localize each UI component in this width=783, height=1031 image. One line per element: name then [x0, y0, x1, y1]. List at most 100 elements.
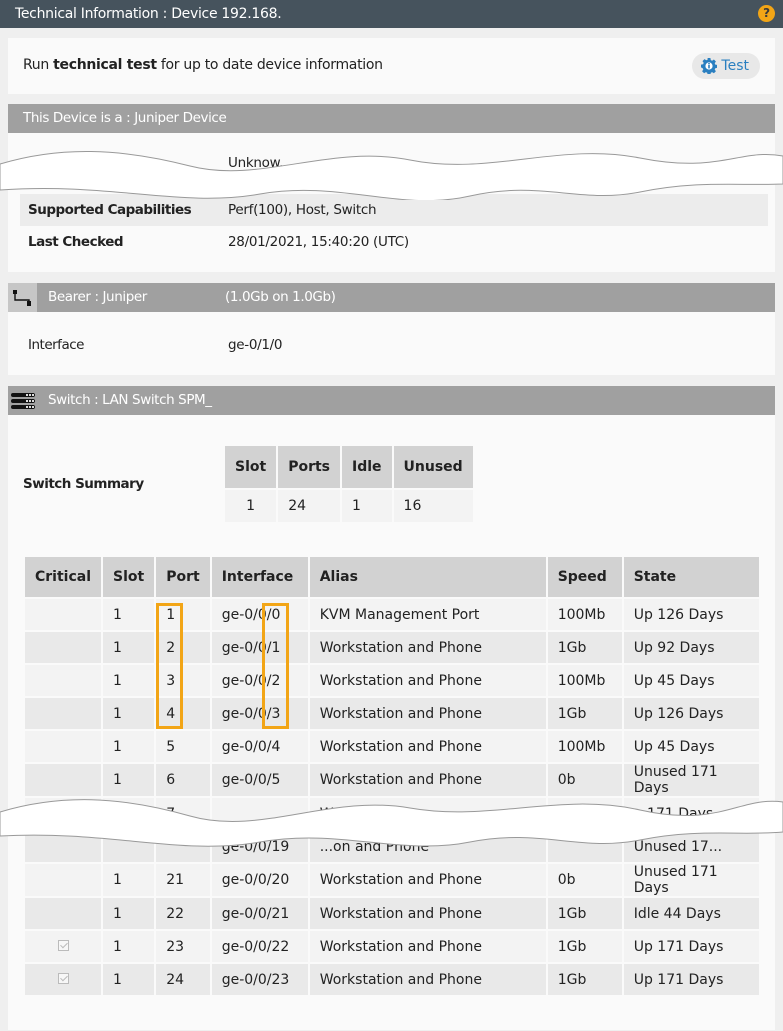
- port-cell: 21: [156, 864, 210, 896]
- help-icon[interactable]: ?: [758, 5, 775, 22]
- bearer-info-panel: Interface ge-0/1/0: [8, 312, 775, 375]
- critical-cell: [25, 931, 102, 962]
- slot-cell: 1: [103, 931, 155, 962]
- slot-cell: 1: [103, 898, 155, 929]
- speed-cell: 1Gb: [547, 632, 622, 663]
- port-row[interactable]: 1 1 ge-0/0/0 KVM Management Port 100Mb Up 126…: [25, 599, 759, 630]
- speed-cell: [547, 831, 622, 862]
- critical-cell: [25, 731, 102, 762]
- info-value: ge-0/1/0: [228, 337, 283, 353]
- slot-cell: 1: [103, 698, 155, 729]
- speed-cell: 100Mb: [547, 599, 622, 630]
- port-row[interactable]: 1 3 ge-0/0/2 Workstation and Phone 100Mb Up 4…: [25, 665, 759, 696]
- port-cell: 3: [156, 665, 210, 696]
- speed-cell: 0b: [547, 798, 622, 829]
- run-text-suffix: for up to date device information: [156, 57, 383, 73]
- interface-cell: ge-0/0/3: [211, 698, 308, 729]
- critical-checkbox[interactable]: [57, 972, 69, 984]
- alias-cell: Workstation and Phone: [309, 764, 546, 796]
- port-row[interactable]: 1 21 ge-0/0/20 Workstation and Phone 0b Unuse…: [25, 864, 759, 896]
- switch-section-header: Switch : LAN Switch SPM_: [8, 386, 775, 415]
- critical-cell: [25, 798, 102, 829]
- bearer-connection-icon: [8, 283, 37, 312]
- alias-cell: Workstation and Phone: [309, 864, 546, 896]
- device-section-header: This Device is a : Juniper Device: [8, 104, 775, 133]
- port-row[interactable]: 1 23 ge-0/0/22 Workstation and Phone 1Gb Up 1…: [25, 931, 759, 962]
- critical-cell: [25, 964, 102, 995]
- port-cell: 5: [156, 731, 210, 762]
- titlebar: Technical Information : Device 192.168. …: [0, 0, 783, 28]
- ports-table: Critical Slot Port Interface Alias Speed…: [23, 555, 761, 997]
- alias-cell: KVM Management Port: [309, 599, 546, 630]
- state-cell: Unused 171 Days: [623, 864, 759, 896]
- summary-value: 1: [225, 490, 277, 522]
- state-cell: Up 45 Days: [623, 665, 759, 696]
- switch-section-title: Switch : LAN Switch SPM_: [48, 392, 212, 408]
- info-key: Supported Capabilities: [28, 202, 192, 218]
- summary-header: Idle: [342, 446, 392, 488]
- column-header-state[interactable]: State: [623, 557, 759, 597]
- state-cell: Unused 17...: [623, 831, 759, 862]
- port-row[interactable]: 1 7 Workstatio... 0b ...171 Days: [25, 798, 759, 829]
- state-cell: Unused 171 Days: [623, 764, 759, 796]
- port-row[interactable]: 1 22 ge-0/0/21 Workstation and Phone 1Gb Idle…: [25, 898, 759, 929]
- run-text-prefix: Run: [23, 57, 54, 73]
- bearer-section-header: Bearer : Juniper (1.0Gb on 1.0Gb): [8, 283, 775, 312]
- info-row-capabilities: Supported Capabilities Perf(100), Host, …: [20, 194, 768, 226]
- info-value: Unknow...: [228, 155, 292, 171]
- device-section-title: This Device is a : Juniper Device: [23, 110, 227, 126]
- state-cell: Up 126 Days: [623, 599, 759, 630]
- bearer-speed: (1.0Gb on 1.0Gb): [225, 289, 336, 305]
- state-cell: Up 45 Days: [623, 731, 759, 762]
- info-key: SIM ICCI...: [28, 155, 91, 171]
- critical-cell: [25, 698, 102, 729]
- interface-cell: ge-0/0/4: [211, 731, 308, 762]
- port-cell: 1: [156, 599, 210, 630]
- slot-cell: 1: [103, 665, 155, 696]
- port-cell: 2: [156, 632, 210, 663]
- bearer-section-title: Bearer : Juniper: [48, 289, 147, 305]
- column-header-interface[interactable]: Interface: [211, 557, 308, 597]
- alias-cell: Workstation and Phone: [309, 698, 546, 729]
- alias-cell: Workstation and Phone: [309, 964, 546, 995]
- interface-cell: ge-0/0/2: [211, 665, 308, 696]
- port-row[interactable]: ge-0/0/19 ...on and Phone Unused 17...: [25, 831, 759, 862]
- slot-cell: [103, 831, 155, 862]
- test-button[interactable]: Test: [692, 53, 760, 79]
- speed-cell: 0b: [547, 864, 622, 896]
- summary-value: 16: [393, 490, 473, 522]
- alias-cell: Workstation and Phone: [309, 665, 546, 696]
- column-header-slot[interactable]: Slot: [103, 557, 155, 597]
- port-row[interactable]: 1 24 ge-0/0/23 Workstation and Phone 1Gb Up 1…: [25, 964, 759, 995]
- run-test-message: Run technical test for up to date device…: [23, 57, 383, 73]
- port-cell: 6: [156, 764, 210, 796]
- port-row[interactable]: 1 4 ge-0/0/3 Workstation and Phone 1Gb Up 126…: [25, 698, 759, 729]
- info-key: Interface: [28, 337, 84, 353]
- switch-stack-icon: [8, 386, 37, 415]
- column-header-alias[interactable]: Alias: [309, 557, 546, 597]
- port-row[interactable]: 1 5 ge-0/0/4 Workstation and Phone 100Mb Up 4…: [25, 731, 759, 762]
- summary-header: Slot: [225, 446, 277, 488]
- column-header-critical[interactable]: Critical: [25, 557, 102, 597]
- interface-cell: ge-0/0/5: [211, 764, 308, 796]
- critical-cell: [25, 599, 102, 630]
- critical-checkbox[interactable]: [57, 939, 69, 951]
- speed-cell: 1Gb: [547, 964, 622, 995]
- state-cell: Up 171 Days: [623, 964, 759, 995]
- port-row[interactable]: 1 6 ge-0/0/5 Workstation and Phone 0b Unused …: [25, 764, 759, 796]
- switch-summary-label: Switch Summary: [23, 476, 144, 492]
- summary-value: 24: [278, 490, 341, 522]
- column-header-speed[interactable]: Speed: [547, 557, 622, 597]
- interface-cell: ge-0/0/20: [211, 864, 308, 896]
- slot-cell: 1: [103, 764, 155, 796]
- port-cell: 7: [156, 798, 210, 829]
- interface-cell: ge-0/0/0: [211, 599, 308, 630]
- summary-header: Unused: [393, 446, 473, 488]
- state-cell: Up 126 Days: [623, 698, 759, 729]
- gear-info-icon: [701, 58, 718, 74]
- port-row[interactable]: 1 2 ge-0/0/1 Workstation and Phone 1Gb Up 92 …: [25, 632, 759, 663]
- column-header-port[interactable]: Port: [156, 557, 210, 597]
- run-test-panel: Run technical test for up to date device…: [8, 38, 775, 94]
- interface-cell: ge-0/0/19: [211, 831, 308, 862]
- state-cell: Up 171 Days: [623, 931, 759, 962]
